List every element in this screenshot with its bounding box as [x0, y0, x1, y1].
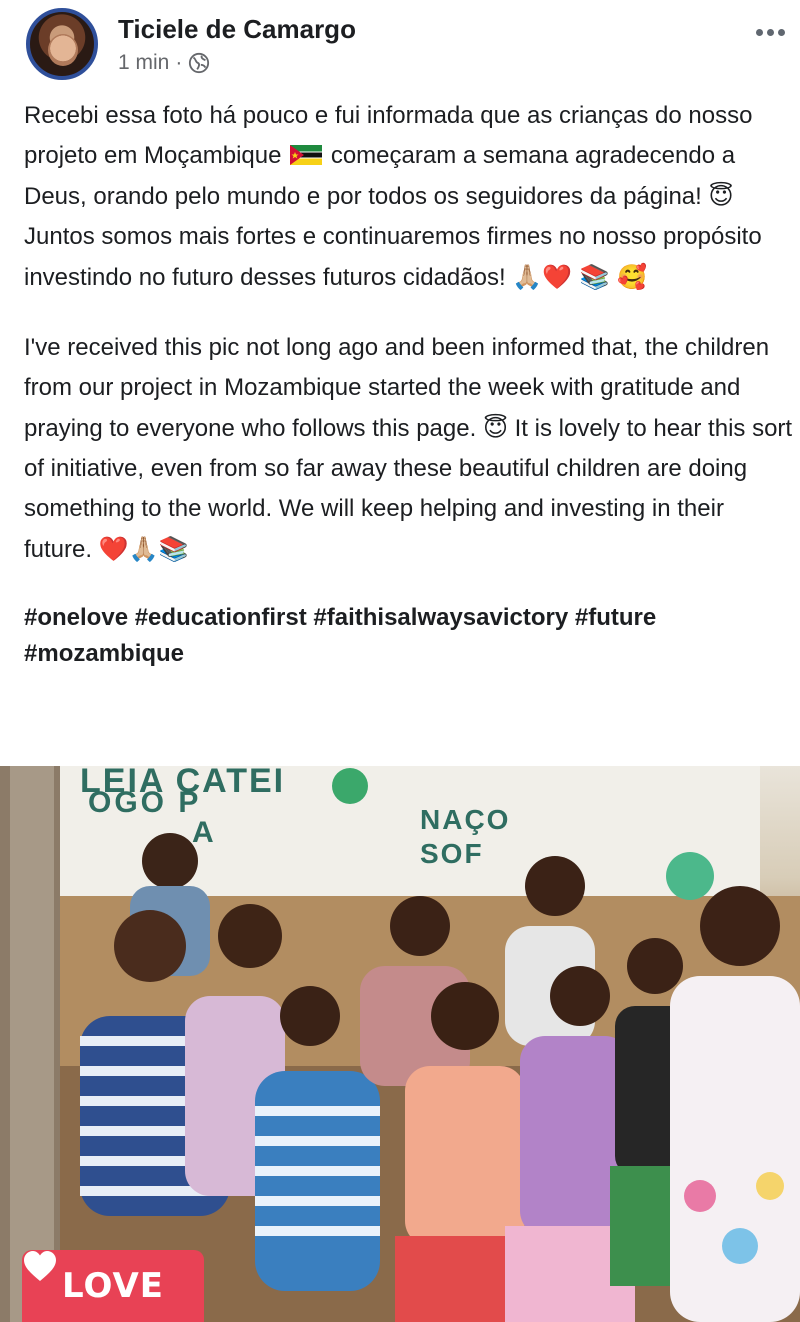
more-dots-icon: [755, 28, 763, 36]
more-options-button[interactable]: [750, 20, 790, 44]
smiling-halo-emoji: 😇: [708, 182, 734, 210]
banner-text-line2: OGO P: [88, 786, 202, 819]
mozambique-flag-icon: [290, 145, 323, 165]
post-time[interactable]: 1 min: [118, 51, 169, 75]
love-label: LOVE: [62, 1266, 164, 1306]
hashtags[interactable]: #onelove #educationfirst #faithisalwaysa…: [24, 600, 794, 672]
post-card: Ticiele de Camargo 1 min · Recebi essa f…: [0, 0, 800, 1322]
post-text-english: I've received this pic not long ago and …: [24, 328, 794, 570]
post-photo[interactable]: LEIA CATEI OGO P NAÇO SOF A LOVE: [0, 766, 800, 1322]
banner-text-line3: NAÇO: [420, 804, 511, 835]
heart-icon: [24, 1251, 56, 1281]
meta-separator: ·: [175, 51, 183, 74]
banner-text-line4: SOF: [420, 838, 484, 869]
post-header: Ticiele de Camargo 1 min ·: [0, 0, 800, 90]
post-text-portuguese: Recebi essa foto há pouco e fui informad…: [24, 96, 794, 298]
text-pt-part3: Juntos somos mais fortes e continuaremos…: [24, 223, 762, 291]
author-name[interactable]: Ticiele de Camargo: [118, 14, 356, 45]
photo-illustration: [0, 766, 800, 1322]
text-en-emoji-end: ❤️🙏🏼📚: [98, 535, 189, 563]
globe-icon: [189, 52, 210, 74]
post-body: Recebi essa foto há pouco e fui informad…: [24, 96, 794, 702]
smiling-halo-emoji: 😇: [482, 414, 508, 442]
avatar[interactable]: [26, 8, 98, 80]
banner-text-line5: A: [192, 816, 216, 849]
text-pt-emoji-end: 🙏🏼❤️ 📚 🥰: [512, 263, 648, 291]
love-reaction-badge[interactable]: LOVE: [22, 1250, 204, 1322]
post-meta: 1 min ·: [118, 50, 210, 76]
